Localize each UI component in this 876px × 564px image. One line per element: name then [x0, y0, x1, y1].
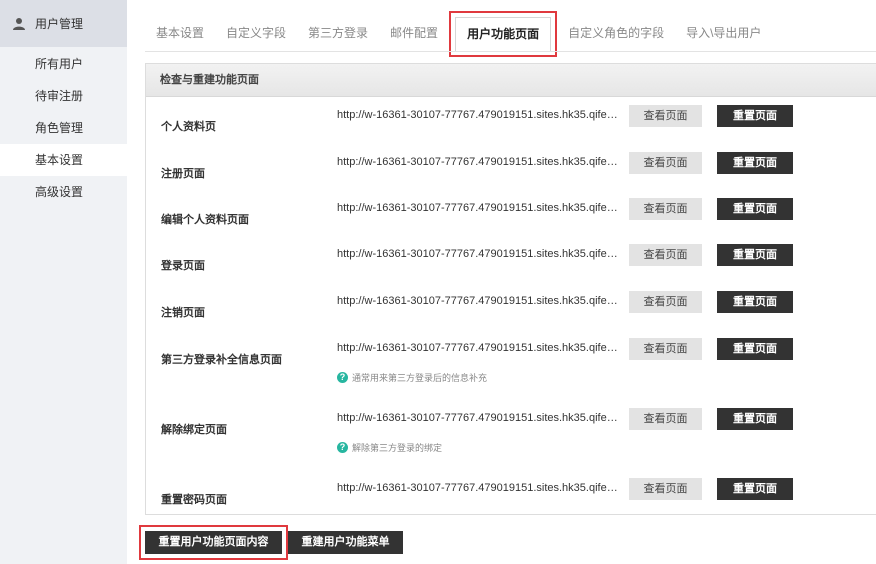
view-page-button[interactable]: 查看页面: [629, 244, 702, 266]
reset-function-page-content-button[interactable]: 重置用户功能页面内容: [139, 525, 288, 560]
page-row-label: 个人资料页: [161, 121, 216, 133]
reset-page-button[interactable]: 重置页面: [717, 244, 793, 266]
reset-page-button[interactable]: 重置页面: [717, 105, 793, 127]
page-row-label: 解除绑定页面: [161, 424, 227, 436]
sidebar-section-user-management[interactable]: 用户管理: [0, 0, 127, 47]
view-page-button[interactable]: 查看页面: [629, 338, 702, 360]
sidebar: 用户管理 所有用户 待审注册 角色管理 基本设置 高级设置: [0, 0, 127, 564]
page-row-url: http://w-16361-30107-77767.479019151.sit…: [337, 412, 619, 424]
reset-page-button[interactable]: 重置页面: [717, 198, 793, 220]
tab-basic-settings[interactable]: 基本设置: [145, 16, 215, 51]
page-row-label: 注册页面: [161, 168, 205, 180]
reset-page-button[interactable]: 重置页面: [717, 408, 793, 430]
page-row-label: 编辑个人资料页面: [161, 214, 249, 226]
sidebar-item-all-users[interactable]: 所有用户: [0, 48, 127, 80]
tab-third-party-login[interactable]: 第三方登录: [297, 16, 379, 51]
sidebar-item-pending-registrations[interactable]: 待审注册: [0, 80, 127, 112]
sidebar-item-basic-settings[interactable]: 基本设置: [0, 144, 127, 176]
sidebar-item-role-management[interactable]: 角色管理: [0, 112, 127, 144]
tab-custom-role-fields[interactable]: 自定义角色的字段: [557, 16, 675, 51]
tab-bar: 基本设置 自定义字段 第三方登录 邮件配置 用户功能页面 自定义角色的字段 导入…: [145, 11, 876, 57]
view-page-button[interactable]: 查看页面: [629, 198, 702, 220]
page-row-url: http://w-16361-30107-77767.479019151.sit…: [337, 202, 619, 214]
page-row-hint-text: 解除第三方登录的绑定: [352, 443, 443, 453]
help-icon: ?: [337, 372, 348, 383]
view-page-button[interactable]: 查看页面: [629, 152, 702, 174]
reset-page-button[interactable]: 重置页面: [717, 338, 793, 360]
page-row-url: http://w-16361-30107-77767.479019151.sit…: [337, 295, 619, 307]
sidebar-section-label: 用户管理: [35, 17, 84, 31]
page-row-label: 第三方登录补全信息页面: [161, 354, 282, 366]
tab-user-function-pages[interactable]: 用户功能页面: [449, 11, 558, 57]
panel-title: 检查与重建功能页面: [146, 64, 876, 97]
view-page-button[interactable]: 查看页面: [629, 105, 702, 127]
sidebar-item-advanced-settings[interactable]: 高级设置: [0, 176, 127, 208]
reset-page-button[interactable]: 重置页面: [717, 478, 793, 500]
page-row-url: http://w-16361-30107-77767.479019151.sit…: [337, 156, 619, 168]
tab-custom-fields[interactable]: 自定义字段: [215, 16, 297, 51]
page-row-label: 登录页面: [161, 260, 205, 272]
page-row-hint: ? 通常用来第三方登录后的信息补充: [337, 371, 487, 384]
page-row-hint-text: 通常用来第三方登录后的信息补充: [352, 373, 488, 383]
tab-import-export-users[interactable]: 导入\导出用户: [675, 16, 772, 51]
reset-page-button[interactable]: 重置页面: [717, 291, 793, 313]
view-page-button[interactable]: 查看页面: [629, 408, 702, 430]
page-row-label: 注销页面: [161, 307, 205, 319]
user-icon: [13, 17, 25, 30]
rebuild-function-menu-button[interactable]: 重建用户功能菜单: [288, 531, 403, 554]
view-page-button[interactable]: 查看页面: [629, 478, 702, 500]
page-row-hint: ? 解除第三方登录的绑定: [337, 441, 442, 454]
page-row-label: 重置密码页面: [161, 494, 227, 506]
tab-divider: [145, 51, 876, 52]
page-row-url: http://w-16361-30107-77767.479019151.sit…: [337, 482, 619, 494]
page-row-url: http://w-16361-30107-77767.479019151.sit…: [337, 248, 619, 260]
reset-page-button[interactable]: 重置页面: [717, 152, 793, 174]
function-pages-panel: 检查与重建功能页面 个人资料页 http://w-16361-30107-7776…: [145, 63, 876, 515]
page-row-url: http://w-16361-30107-77767.479019151.sit…: [337, 109, 619, 121]
tab-email-config[interactable]: 邮件配置: [379, 16, 449, 51]
view-page-button[interactable]: 查看页面: [629, 291, 702, 313]
page-row-url: http://w-16361-30107-77767.479019151.sit…: [337, 342, 619, 354]
help-icon: ?: [337, 442, 348, 453]
